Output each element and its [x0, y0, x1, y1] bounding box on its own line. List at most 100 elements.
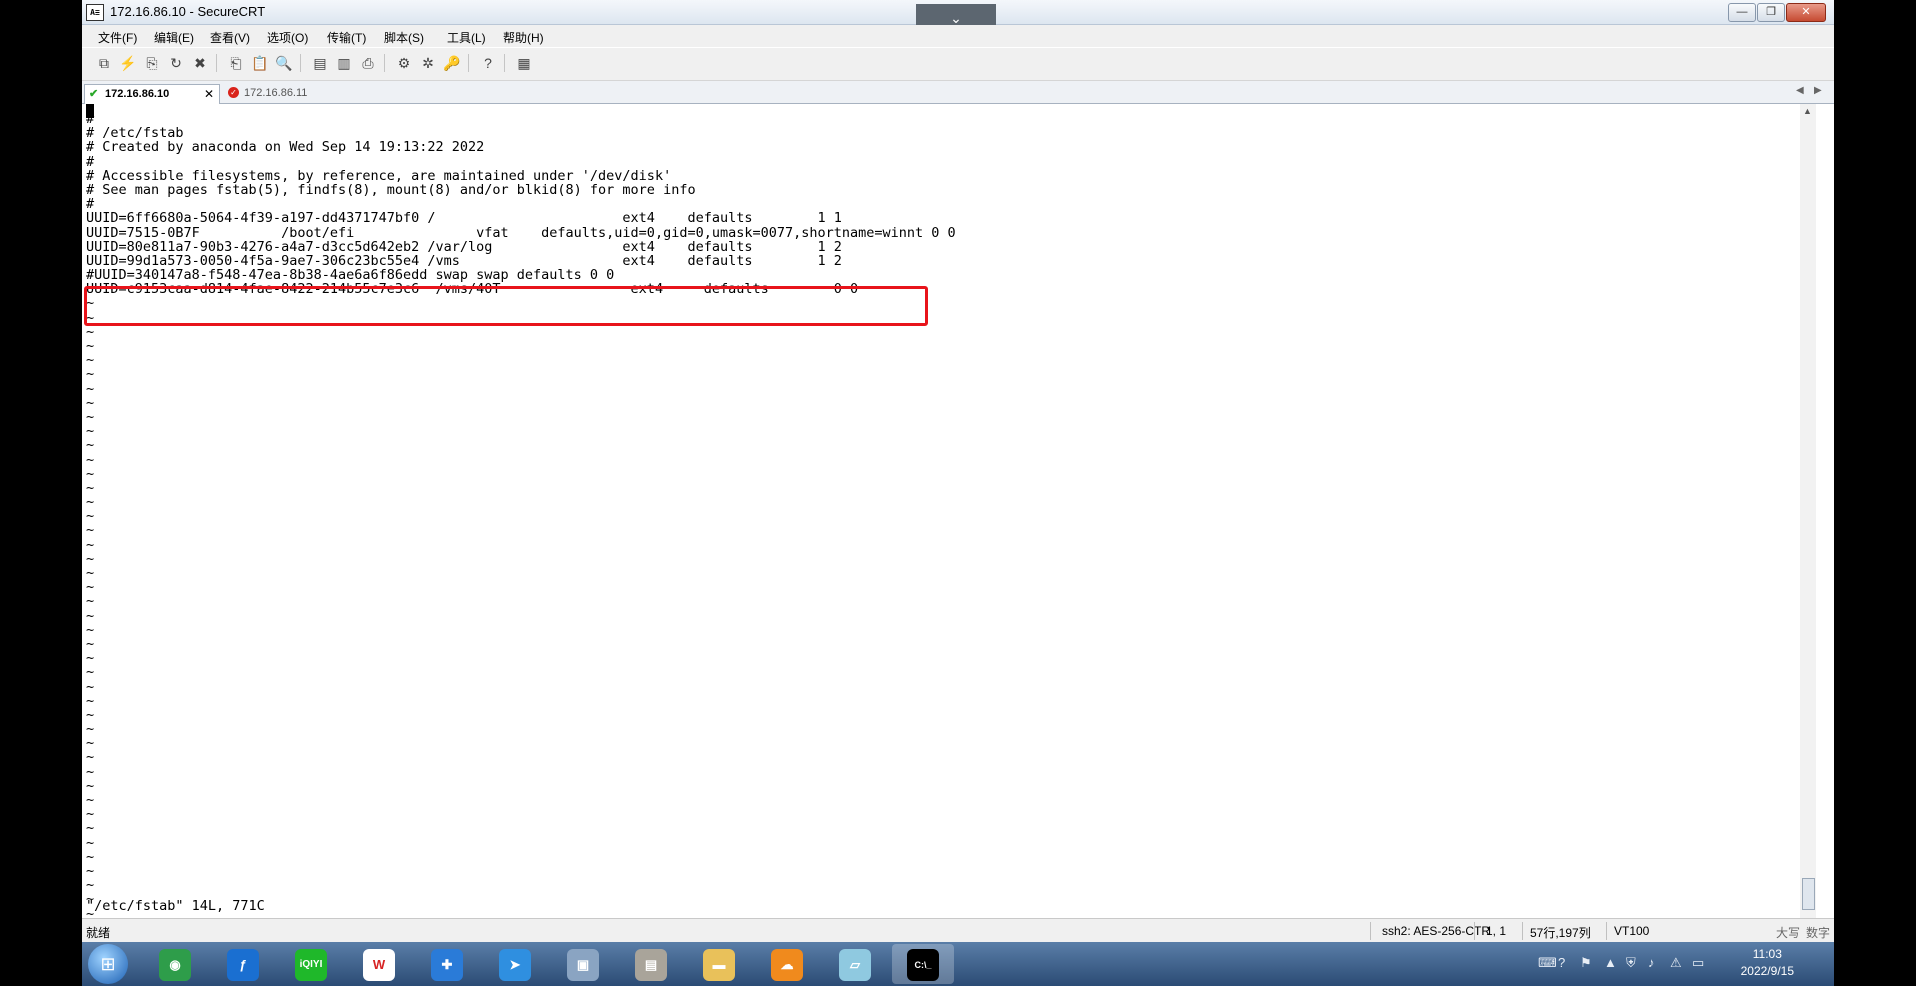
vertical-scrollbar[interactable]: ▲ — [1800, 104, 1816, 918]
menu-tools[interactable]: 工具(L) — [447, 29, 486, 46]
terminal-line: ~ — [86, 834, 95, 851]
menu-help[interactable]: 帮助(H) — [503, 29, 544, 46]
start-button[interactable]: ⊞ — [88, 944, 128, 984]
reconnect-icon[interactable]: ↻ — [166, 53, 186, 73]
maximize-button[interactable]: ❐ — [1757, 3, 1785, 22]
network-error-icon[interactable]: ⚠ — [1670, 955, 1682, 971]
find-icon[interactable]: 🔍 — [274, 53, 294, 73]
shield-icon[interactable]: ⛨ — [1626, 955, 1636, 971]
terminal-line: ~ — [86, 664, 95, 681]
terminal-line: ~ — [86, 749, 95, 766]
terminal-line: ~ — [86, 706, 95, 723]
menu-options[interactable]: 选项(O) — [267, 29, 308, 46]
disconnect-icon[interactable]: ✖ — [190, 53, 210, 73]
close-button[interactable]: ✕ — [1786, 3, 1826, 22]
tab-label: 172.16.86.11 — [244, 87, 308, 99]
terminal-line: # — [86, 196, 95, 213]
menu-edit[interactable]: 编辑(E) — [154, 29, 194, 46]
explorer-taskbar-icon[interactable]: ▬ — [688, 944, 750, 984]
notes-taskbar-icon[interactable]: ▱ — [824, 944, 886, 984]
terminal-taskbar-icon[interactable]: C:\_ — [892, 944, 954, 984]
print-icon[interactable]: ⎙ — [358, 53, 378, 73]
browser-taskbar-icon[interactable]: ◉ — [144, 944, 206, 984]
terminal-line: ~ — [86, 862, 95, 879]
terminal-line: # /etc/fstab — [86, 125, 184, 142]
display-icon[interactable]: ▭ — [1692, 955, 1704, 971]
terminal-line: ~ — [86, 593, 95, 610]
connect-tab-icon[interactable]: ⎘ — [142, 53, 162, 73]
terminal-line: ~ — [86, 508, 95, 525]
window-title: 172.16.86.10 - SecureCRT — [110, 4, 266, 19]
terminal-line: ~ — [86, 763, 95, 780]
menu-file[interactable]: 文件(F) — [98, 29, 137, 46]
terminal-line: ~ — [86, 536, 95, 553]
flash-taskbar-icon[interactable]: ƒ — [212, 944, 274, 984]
wps-taskbar-icon[interactable]: W — [348, 944, 410, 984]
terminal-line: # Created by anaconda on Wed Sep 14 19:1… — [86, 139, 485, 156]
paste-icon[interactable]: 📋 — [250, 53, 270, 73]
flag-icon[interactable]: ⚑ — [1580, 955, 1592, 971]
toolbar: ⧉ ⚡ ⎘ ↻ ✖ ⎗ 📋 🔍 ▤ ▥ ⎙ ⚙ ✲ 🔑 ? ▦ — [82, 48, 1834, 81]
terminal-line: UUID=80e811a7-90b3-4276-a4a7-d3cc5d642eb… — [86, 238, 842, 255]
terminal-line: ~ — [86, 451, 95, 468]
app2-taskbar-icon[interactable]: ▤ — [620, 944, 682, 984]
terminal-line: ~ — [86, 323, 95, 340]
help-tray-icon[interactable]: ? — [1558, 955, 1565, 970]
terminal-line: ~ — [86, 479, 95, 496]
mail-taskbar-icon[interactable]: ➤ — [484, 944, 546, 984]
tab-session-active[interactable]: ✔ 172.16.86.10 ✕ — [84, 84, 220, 104]
volume-icon[interactable]: ♪ — [1648, 955, 1655, 970]
key-icon[interactable]: 🔑 — [442, 53, 462, 73]
terminal-line: # — [86, 111, 95, 127]
terminal-line: ~ — [86, 494, 95, 511]
terminal-line: # — [86, 153, 95, 170]
tab-session-inactive[interactable]: ✓ 172.16.86.11 — [224, 84, 344, 103]
help-icon[interactable]: ? — [478, 53, 498, 73]
close-tab-icon[interactable]: ✕ — [204, 85, 214, 103]
terminal-line: ~ — [86, 848, 95, 865]
terminal-line: ~ — [86, 635, 95, 652]
status-num: 数字 — [1806, 926, 1831, 940]
terminal-line: ~ — [86, 650, 95, 667]
terminal-line: ~ — [86, 692, 95, 709]
terminal-line: ~ — [86, 380, 95, 397]
menu-script[interactable]: 脚本(S) — [384, 29, 424, 46]
minimize-button[interactable]: — — [1728, 3, 1756, 22]
terminal-line: ~ — [86, 522, 95, 539]
terminal-line: ~ — [86, 678, 95, 695]
terminal-line: ~ — [86, 366, 95, 383]
terminal-view[interactable]: # # /etc/fstab # Created by anaconda on We… — [84, 104, 1816, 921]
status-bar: 就绪 ssh2: AES-256-CTR 1, 1 57行,197列 VT100… — [82, 918, 1834, 942]
terminal-line: ~ — [86, 735, 95, 752]
keyboard-icon[interactable]: ⌨ — [1538, 955, 1557, 971]
scroll-up-icon[interactable]: ▲ — [1803, 106, 1812, 116]
global-options-icon[interactable]: ✲ — [418, 53, 438, 73]
clock[interactable]: 11:03 2022/9/15 — [1741, 946, 1794, 980]
terminal-line: ~ — [86, 877, 95, 894]
scrollbar-thumb[interactable] — [1802, 878, 1815, 910]
terminal-line: ~ — [86, 352, 95, 369]
menu-transfer[interactable]: 传输(T) — [327, 29, 366, 46]
session-options-icon[interactable]: ⚙ — [394, 53, 414, 73]
status-ready: 就绪 — [86, 926, 111, 940]
terminal-line: # See man pages fstab(5), findfs(8), mou… — [86, 181, 696, 198]
terminal-line: ~ — [86, 721, 95, 738]
iqiyi-taskbar-icon[interactable]: iQIYI — [280, 944, 342, 984]
network-taskbar-icon[interactable]: ▣ — [552, 944, 614, 984]
app-taskbar-icon[interactable]: ✚ — [416, 944, 478, 984]
tab-left-icon[interactable]: ◀ — [1796, 85, 1804, 96]
securecrt-window: A≡ 172.16.86.10 - SecureCRT — ❐ ✕ ⌄ 文件(F… — [82, 0, 1834, 942]
connect-icon[interactable]: ⧉ — [94, 53, 114, 73]
copy-icon[interactable]: ⎗ — [226, 53, 246, 73]
print-setup-icon[interactable]: ▤ — [310, 53, 330, 73]
print-preview-icon[interactable]: ▥ — [334, 53, 354, 73]
sftp-icon[interactable]: ▦ — [514, 53, 534, 73]
uc-taskbar-icon[interactable]: ☁ — [756, 944, 818, 984]
securecrt-icon[interactable]: A≡ — [86, 4, 104, 21]
terminal-line: # Accessible filesystems, by reference, … — [86, 167, 672, 184]
quick-connect-icon[interactable]: ⚡ — [118, 53, 138, 73]
tab-right-icon[interactable]: ▶ — [1814, 85, 1822, 96]
menu-view[interactable]: 查看(V) — [210, 29, 250, 46]
tray-expand-icon[interactable]: ▲ — [1604, 955, 1617, 970]
terminal-line: ~ — [86, 394, 95, 411]
